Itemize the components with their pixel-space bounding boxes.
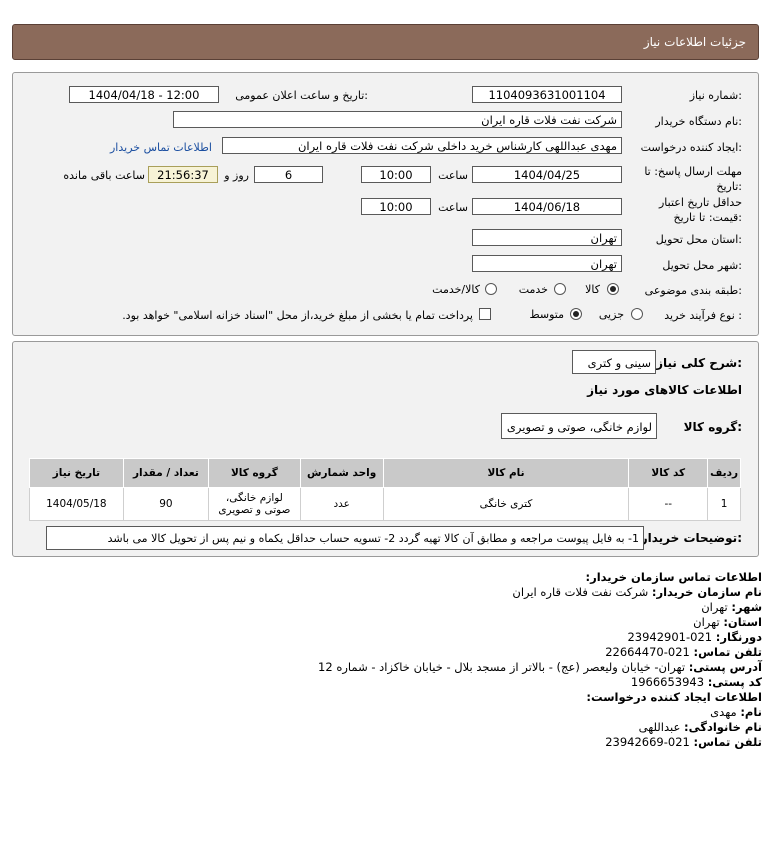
- contact-info: اطلاعات تماس سازمان خریدار: نام سازمان خ…: [318, 570, 762, 750]
- cell-goods-name: کتری خانگی: [382, 487, 630, 521]
- deadline-date-field: 1404/04/25: [472, 166, 622, 183]
- phone-line: تلفن تماس: 021-22664470: [605, 645, 762, 659]
- payment-note: پرداخت تمام یا بخشی از مبلغ خرید،از محل …: [122, 309, 473, 322]
- cell-need-date: 1404/05/18: [29, 487, 124, 521]
- category-label: طبقه بندی موضوعی:: [644, 284, 742, 297]
- remaining-time-field: 21:56:37: [148, 166, 218, 183]
- col-header-goods-code: کد کالا: [628, 458, 709, 488]
- table-row: 1404/05/18 90 لوازم خانگی، صوتی و تصویری…: [29, 487, 741, 521]
- deadline-label: مهلت ارسال پاسخ: تا تاریخ:: [644, 165, 742, 193]
- category-radio-goods[interactable]: [607, 283, 619, 295]
- validity-date-field: 1404/06/18: [472, 198, 622, 215]
- province-label: استان محل تحویل:: [655, 233, 742, 246]
- col-header-quantity: تعداد / مقدار: [122, 458, 210, 488]
- cell-quantity: 90: [122, 487, 210, 521]
- process-label: نوع فرآیند خرید :: [664, 309, 742, 322]
- table-header-row: تاریخ نیاز تعداد / مقدار گروه کالا واحد …: [29, 458, 741, 488]
- need-number-field: 1104093631001104: [472, 86, 622, 103]
- announce-field: 1404/04/18 - 12:00: [69, 86, 219, 103]
- city-line: شهر: تهران: [701, 600, 762, 614]
- fax-line: دورنگار: 021-23942901: [627, 630, 762, 644]
- category-option-goods-service: کالا/خدمت: [432, 283, 480, 296]
- treasury-checkbox[interactable]: [479, 308, 491, 320]
- buyer-contact-link[interactable]: اطلاعات تماس خریدار: [110, 141, 212, 154]
- col-header-row: ردیف: [707, 458, 741, 488]
- goods-info-title: اطلاعات کالاهای مورد نیاز: [587, 383, 742, 397]
- address-line: آدرس پستی: تهران- خیابان ولیعصر (عج) - ب…: [318, 660, 762, 674]
- buyer-name-line: نام سازمان خریدار: شرکت نفت فلات قاره ای…: [512, 585, 762, 599]
- days-label: روز و: [224, 169, 249, 182]
- deadline-time-field: 10:00: [361, 166, 431, 183]
- buyer-notes-label: توضیحات خریدار:: [640, 531, 742, 545]
- cell-goods-group: لوازم خانگی، صوتی و تصویری: [208, 487, 301, 521]
- goods-group-label: گروه کالا:: [683, 420, 742, 434]
- goods-group-field: لوازم خانگی، صوتی و تصویری: [501, 413, 657, 439]
- category-radio-goods-service[interactable]: [485, 283, 497, 295]
- need-number-label: شماره نیاز:: [689, 89, 742, 102]
- creator-contact-title: اطلاعات ایجاد کننده درخواست:: [586, 690, 762, 704]
- cell-goods-code: --: [628, 487, 709, 521]
- summary-field: سینی و کتری: [572, 350, 656, 374]
- goods-table: تاریخ نیاز تعداد / مقدار گروه کالا واحد …: [29, 458, 741, 521]
- last-name-line: نام خانوادگی: عبداللهی: [638, 720, 762, 734]
- validity-time-field: 10:00: [361, 198, 431, 215]
- process-option-minor: جزیی: [598, 308, 624, 321]
- category-option-goods: کالا: [585, 283, 600, 296]
- col-header-need-date: تاریخ نیاز: [29, 458, 124, 488]
- first-name-line: نام: مهدی: [710, 705, 762, 719]
- process-radio-medium[interactable]: [570, 308, 582, 320]
- cell-row-number: 1: [707, 487, 741, 521]
- category-radio-service[interactable]: [554, 283, 566, 295]
- remaining-label: ساعت باقی مانده: [63, 169, 145, 182]
- process-option-medium: متوسط: [529, 308, 564, 321]
- buyer-notes-field: 1- به فایل پیوست مراجعه و مطابق آن کالا …: [46, 526, 644, 550]
- page-header: جزئیات اطلاعات نیاز: [12, 24, 759, 60]
- buyer-org-field: شرکت نفت فلات قاره ایران: [173, 111, 622, 128]
- page-title: جزئیات اطلاعات نیاز: [643, 35, 746, 49]
- days-field: 6: [254, 166, 323, 183]
- validity-label: حداقل تاریخ اعتبار قیمت: تا تاریخ:: [658, 196, 742, 224]
- category-option-service: خدمت: [518, 283, 548, 296]
- creator-field: مهدی عبداللهی کارشناس خرید داخلی شرکت نف…: [222, 137, 622, 154]
- province-line: استان: تهران: [693, 615, 762, 629]
- org-contact-title: اطلاعات تماس سازمان خریدار:: [585, 570, 762, 584]
- summary-label: شرح کلی نیاز:: [656, 356, 742, 370]
- col-header-unit: واحد شمارش: [299, 458, 384, 488]
- announce-label: تاریخ و ساعت اعلان عمومی:: [235, 89, 368, 102]
- buyer-org-label: نام دستگاه خریدار:: [655, 115, 742, 128]
- city-field: تهران: [472, 255, 622, 272]
- cell-unit: عدد: [299, 487, 384, 521]
- col-header-goods-group: گروه کالا: [208, 458, 301, 488]
- city-label: شهر محل تحویل:: [662, 259, 742, 272]
- col-header-goods-name: نام کالا: [382, 458, 630, 488]
- province-field: تهران: [472, 229, 622, 246]
- deadline-time-label: ساعت: [438, 169, 468, 182]
- postal-line: کد پستی: 1966653943: [630, 675, 762, 689]
- validity-time-label: ساعت: [438, 201, 468, 214]
- process-radio-minor[interactable]: [631, 308, 643, 320]
- creator-phone-line: تلفن تماس: 021-23942669: [605, 735, 762, 749]
- creator-label: ایجاد کننده درخواست:: [640, 141, 742, 154]
